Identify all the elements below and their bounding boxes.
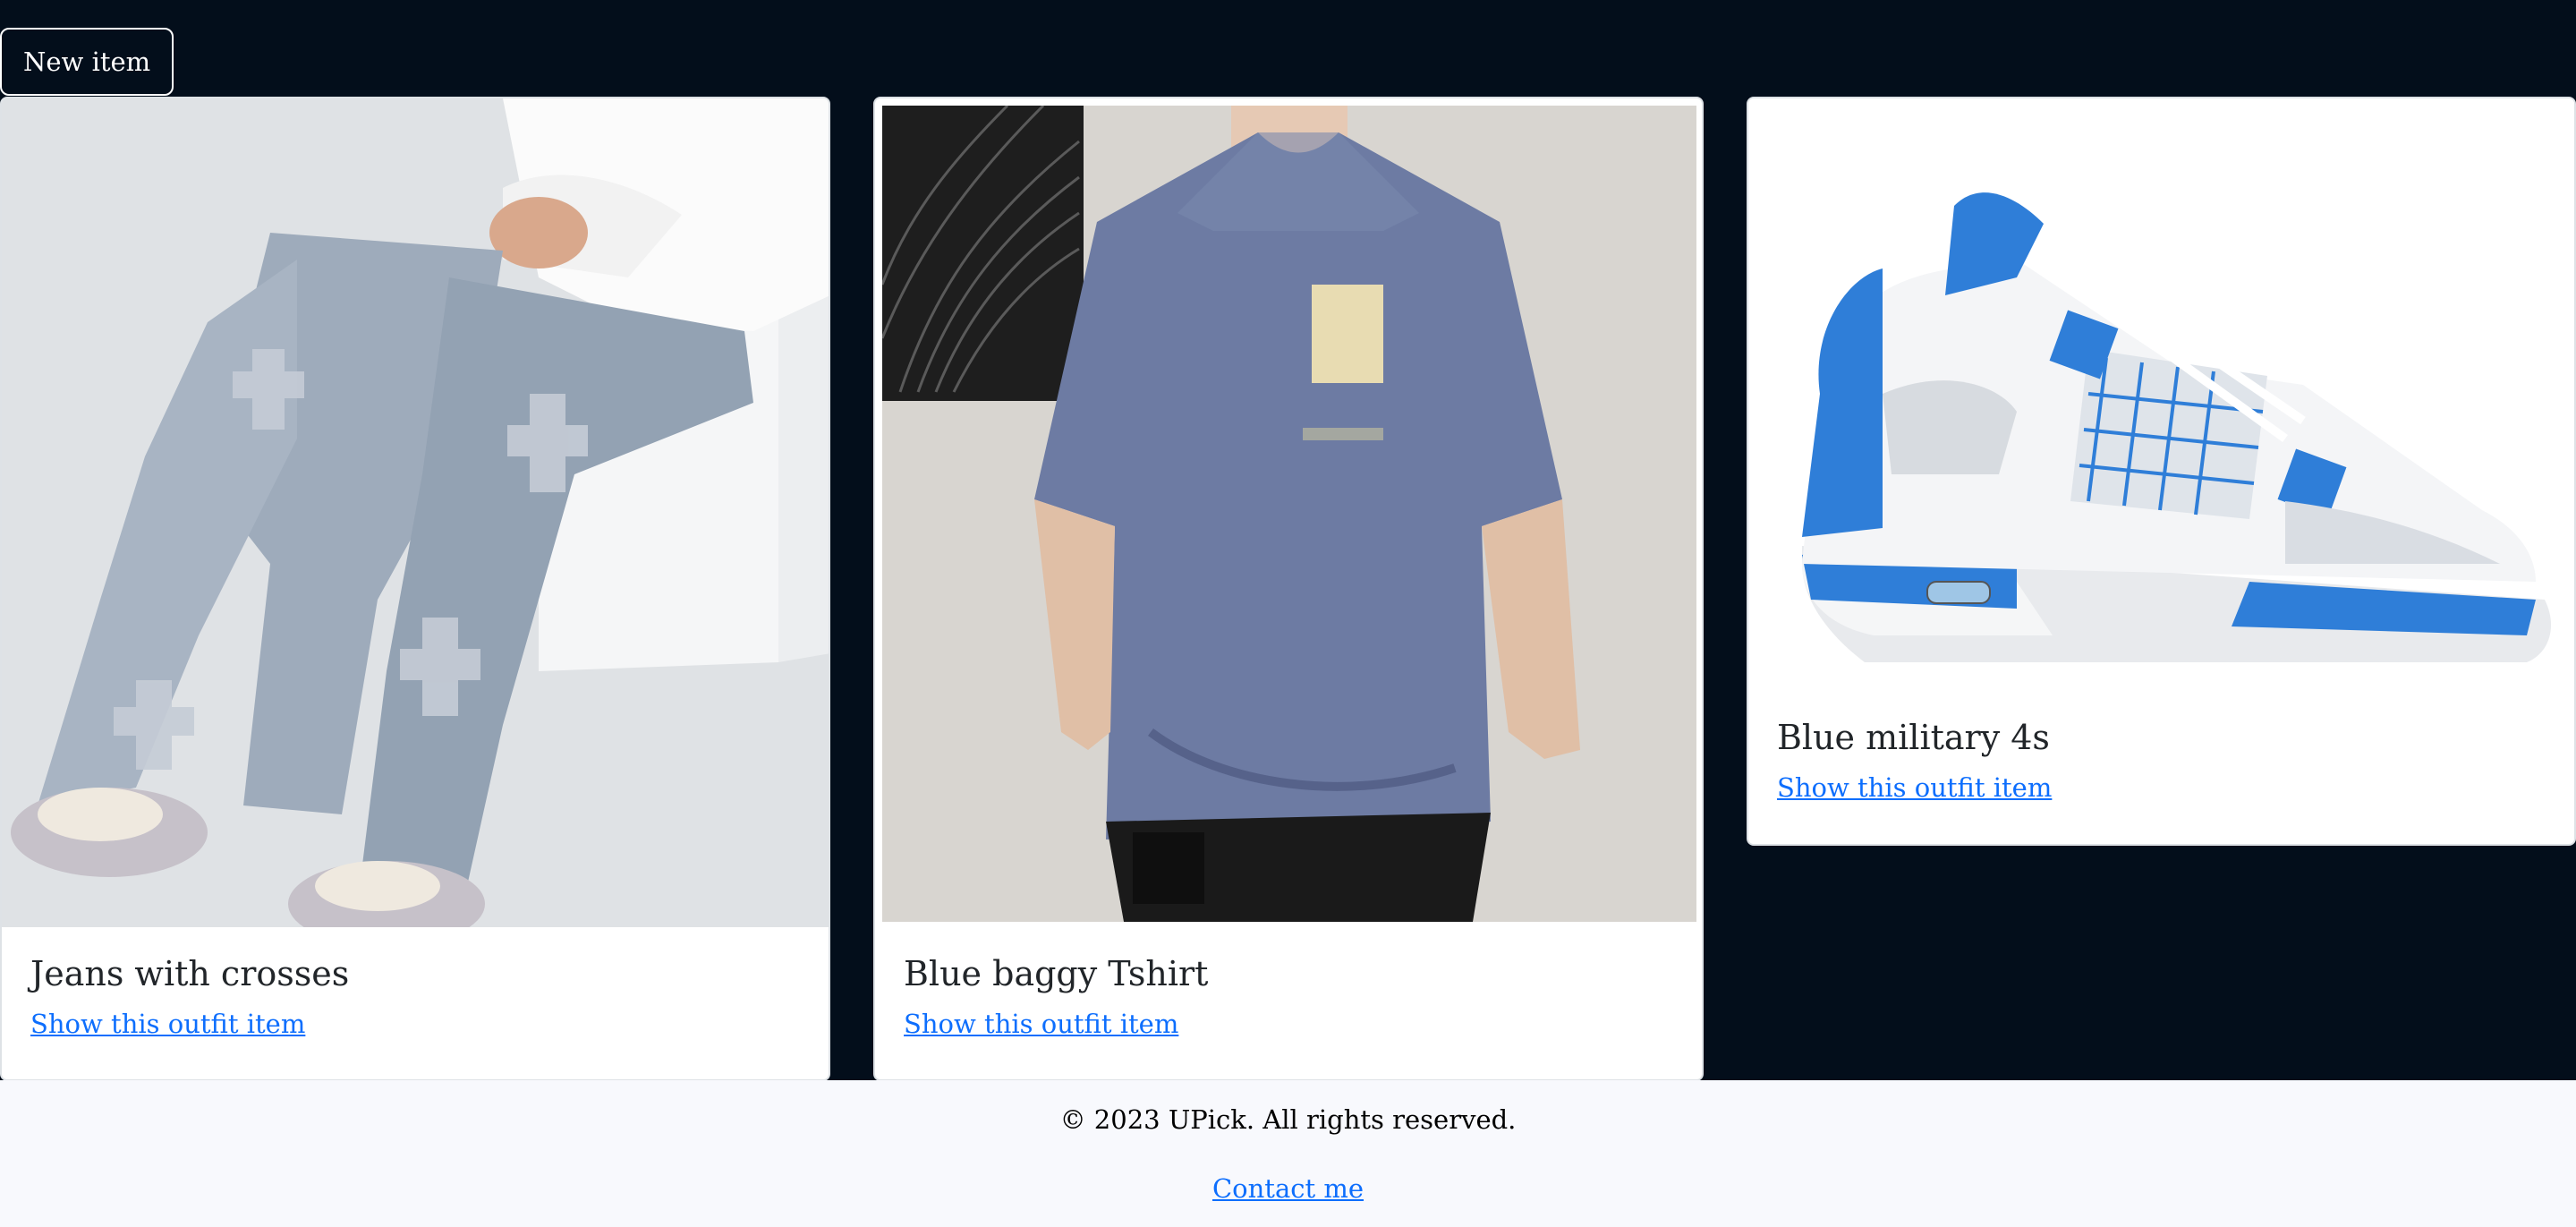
copyright-text: © 2023 UPick. All rights reserved.: [1059, 1104, 1517, 1135]
card-title: Blue baggy Tshirt: [904, 954, 1209, 993]
contact-link-wrapper: Contact me: [0, 1172, 2576, 1205]
jeans-photo: [2, 98, 829, 927]
outfit-card: Blue baggy Tshirt Show this outfit item: [873, 97, 1704, 1081]
footer: © 2023 UPick. All rights reserved. Conta…: [0, 1080, 2576, 1227]
show-outfit-item-link[interactable]: Show this outfit item: [1777, 771, 2052, 804]
new-item-button[interactable]: New item: [0, 28, 174, 96]
outfit-card: Jeans with crosses Show this outfit item: [0, 97, 830, 1081]
card-title: Jeans with crosses: [30, 954, 350, 993]
show-outfit-item-link[interactable]: Show this outfit item: [30, 1008, 305, 1040]
tshirt-photo: [882, 106, 1696, 922]
sneaker-photo: [1748, 98, 2574, 689]
card-title: Blue military 4s: [1777, 718, 2050, 757]
outfit-card: Blue military 4s Show this outfit item: [1747, 97, 2576, 846]
contact-me-link[interactable]: Contact me: [1212, 1173, 1364, 1204]
toolbar: New item: [0, 28, 174, 96]
show-outfit-item-link[interactable]: Show this outfit item: [904, 1008, 1178, 1040]
